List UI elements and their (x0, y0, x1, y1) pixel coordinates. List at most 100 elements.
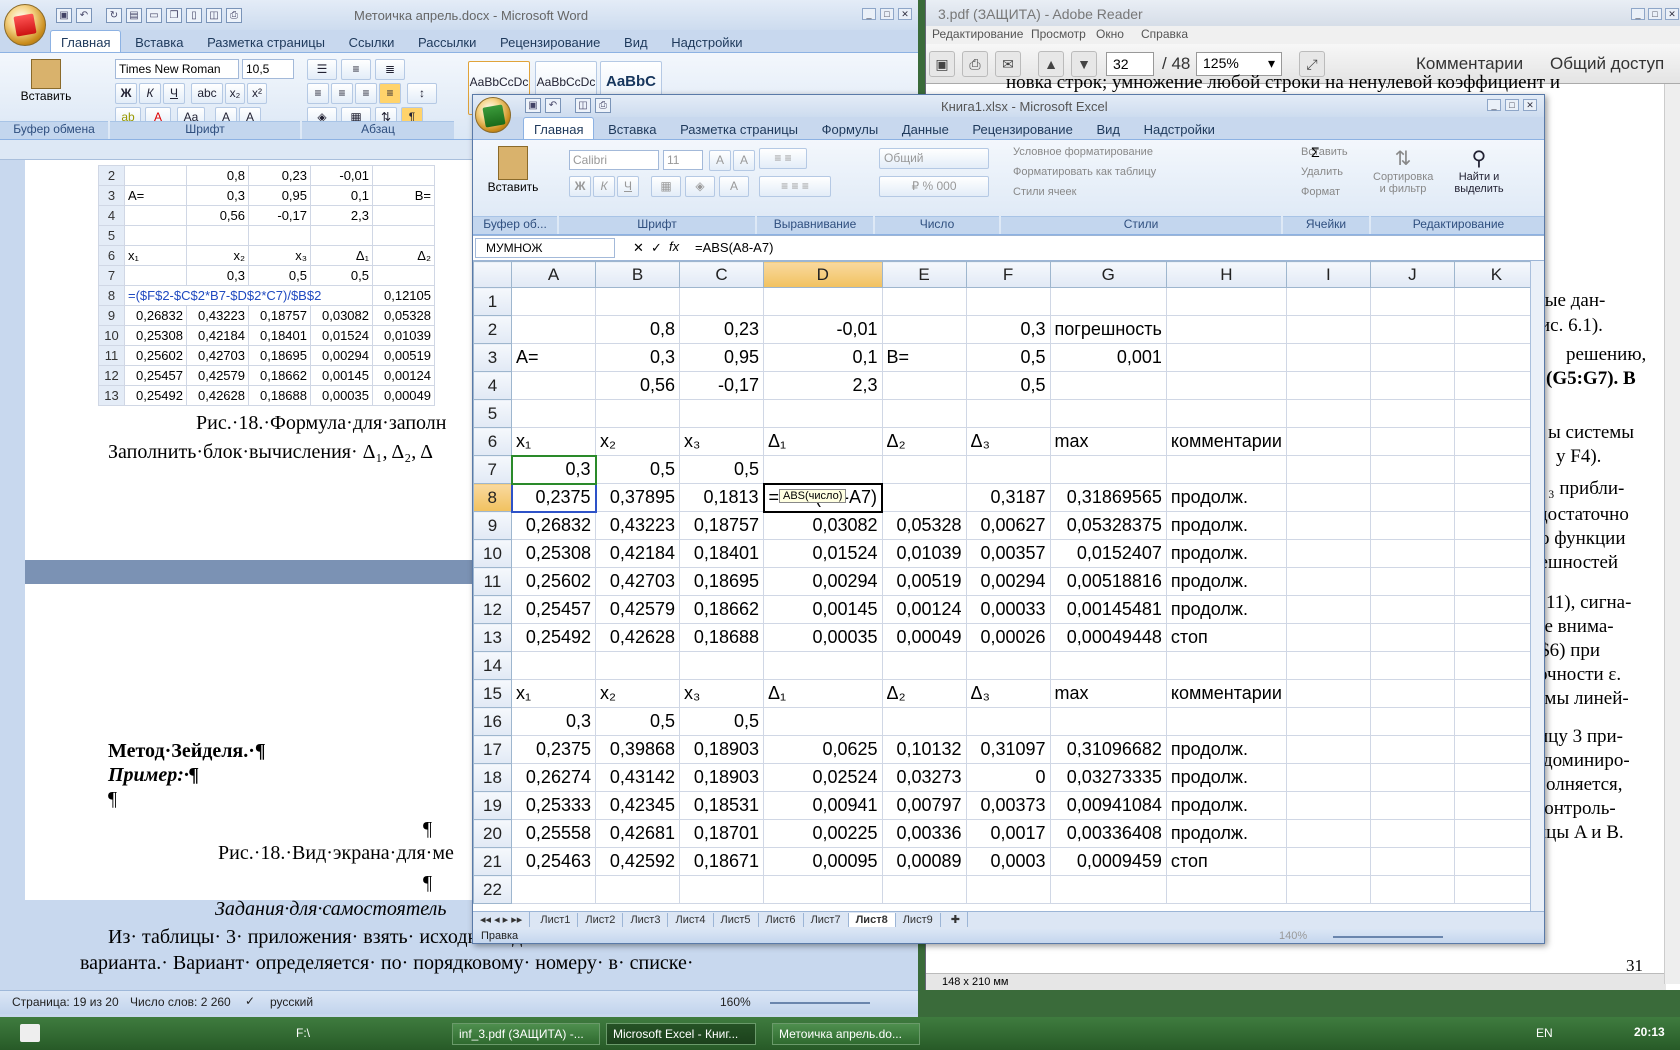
paste-button[interactable]: Вставить (18, 59, 74, 109)
cell-styles-button[interactable]: Стили ячеек (1013, 186, 1076, 198)
enter-icon[interactable]: ✓ (651, 240, 662, 256)
cell[interactable]: 0,39868 (595, 735, 680, 764)
strikethrough-button[interactable]: abc (191, 83, 223, 104)
cell[interactable]: 0,02524 (763, 763, 883, 792)
cell[interactable] (1049, 455, 1167, 484)
cell[interactable]: max (1049, 679, 1167, 708)
cell[interactable]: Δ₃ (965, 679, 1051, 708)
cell[interactable] (881, 399, 967, 428)
row-header[interactable]: 18 (473, 763, 512, 792)
cell[interactable] (1285, 875, 1371, 904)
cell[interactable]: 0,01524 (763, 539, 883, 568)
row-header[interactable]: 6 (473, 427, 512, 456)
bullets-button[interactable]: ☰ (307, 59, 337, 80)
cell[interactable]: max (1049, 427, 1167, 456)
print-preview-icon[interactable]: ◫ (206, 8, 222, 23)
row-header[interactable]: 17 (473, 735, 512, 764)
cell[interactable] (881, 483, 967, 512)
cell[interactable] (1285, 847, 1371, 876)
cell[interactable] (763, 455, 883, 484)
tab-view[interactable]: Вид (1086, 118, 1130, 141)
cell[interactable]: 0,18662 (679, 595, 764, 624)
line-spacing-button[interactable]: ↕ (407, 83, 437, 104)
cell[interactable]: 0,18688 (679, 623, 764, 652)
cell[interactable]: 0,03273 (881, 763, 967, 792)
cell[interactable] (1285, 483, 1371, 512)
task-adobe-reader[interactable]: inf_3.pdf (ЗАЩИТА) -... (452, 1023, 600, 1045)
tab-addins[interactable]: Надстройки (1134, 118, 1225, 141)
cell[interactable] (1369, 343, 1455, 372)
cell[interactable]: 0,5 (679, 455, 764, 484)
cell[interactable] (1285, 791, 1371, 820)
italic-button[interactable]: К (139, 83, 161, 104)
cell[interactable] (1369, 287, 1455, 316)
cell[interactable] (595, 875, 680, 904)
align-center-button[interactable]: ≡ (331, 83, 353, 104)
reader-close-button[interactable]: ✕ (1665, 8, 1679, 20)
cell[interactable] (1453, 763, 1539, 792)
cell[interactable] (1369, 483, 1455, 512)
cell[interactable]: 0,0625 (763, 735, 883, 764)
sheet-tab[interactable]: Лист9 (896, 913, 941, 927)
cell[interactable]: 0,42628 (595, 623, 680, 652)
cell[interactable]: x₁ (511, 679, 596, 708)
cell[interactable]: 0,18695 (679, 567, 764, 596)
cell[interactable]: Δ₃ (965, 427, 1051, 456)
cell[interactable] (1453, 623, 1539, 652)
cell[interactable] (881, 455, 967, 484)
cell[interactable] (1453, 819, 1539, 848)
row-header[interactable]: 22 (473, 875, 512, 904)
italic-button[interactable]: К (593, 176, 615, 197)
cell[interactable]: 0,42703 (595, 567, 680, 596)
cell[interactable]: 0,42345 (595, 791, 680, 820)
cell[interactable] (1165, 343, 1287, 372)
cell[interactable]: 0 (965, 763, 1051, 792)
borders-button[interactable]: ▦ (651, 176, 681, 197)
tab-page-layout[interactable]: Разметка страницы (197, 31, 335, 54)
numbering-button[interactable]: ≡ (341, 59, 371, 80)
cell[interactable]: 0,23 (679, 315, 764, 344)
cell[interactable] (1453, 791, 1539, 820)
tab-home[interactable]: Главная (50, 30, 122, 54)
cell[interactable]: 0,00797 (881, 791, 967, 820)
cell[interactable] (1369, 567, 1455, 596)
new-doc-icon[interactable]: ▤ (126, 8, 142, 23)
worksheet-grid[interactable]: ABCDEFGHIJK 1 2 0,8 0,23 -0,01 0,3 погрешность… (473, 261, 1544, 913)
cell[interactable]: 0,00518816 (1049, 567, 1167, 596)
cell[interactable]: 0,01039 (881, 539, 967, 568)
cell[interactable] (1165, 455, 1287, 484)
cell[interactable]: x₃ (679, 679, 764, 708)
cell[interactable]: продолж. (1165, 819, 1287, 848)
cell[interactable] (881, 315, 967, 344)
insert-function-icon[interactable]: fx (669, 239, 679, 254)
cell[interactable] (1453, 651, 1539, 680)
cell[interactable]: 0,25558 (511, 819, 596, 848)
cell[interactable]: 0,001 (1049, 343, 1167, 372)
cell[interactable] (1285, 623, 1371, 652)
font-name-combo[interactable]: Times New Roman (115, 59, 239, 79)
cell[interactable] (1369, 371, 1455, 400)
cell[interactable] (1285, 315, 1371, 344)
row-header[interactable]: 15 (473, 679, 512, 708)
cell[interactable] (511, 399, 596, 428)
cell[interactable] (1453, 455, 1539, 484)
cell[interactable]: 0,00033 (965, 595, 1051, 624)
delete-cells-button[interactable]: Удалить (1301, 166, 1343, 178)
cell[interactable]: 0,18903 (679, 763, 764, 792)
cell[interactable]: 0,42579 (595, 595, 680, 624)
cell[interactable]: 0,25602 (511, 567, 596, 596)
cell[interactable] (1453, 847, 1539, 876)
cell[interactable] (1285, 679, 1371, 708)
cell[interactable]: 0,18531 (679, 791, 764, 820)
tab-formulas[interactable]: Формулы (812, 118, 889, 141)
cell[interactable] (1453, 343, 1539, 372)
column-header-k[interactable]: K (1453, 261, 1539, 288)
column-header-f[interactable]: F (965, 261, 1051, 288)
cell[interactable] (1049, 371, 1167, 400)
copy-icon[interactable]: ❐ (166, 8, 182, 23)
print-icon[interactable]: ⎙ (962, 51, 988, 77)
cell[interactable]: 0,3 (965, 315, 1051, 344)
row-header[interactable]: 7 (473, 455, 512, 484)
tab-review[interactable]: Рецензирование (962, 118, 1082, 141)
cell[interactable] (1369, 511, 1455, 540)
